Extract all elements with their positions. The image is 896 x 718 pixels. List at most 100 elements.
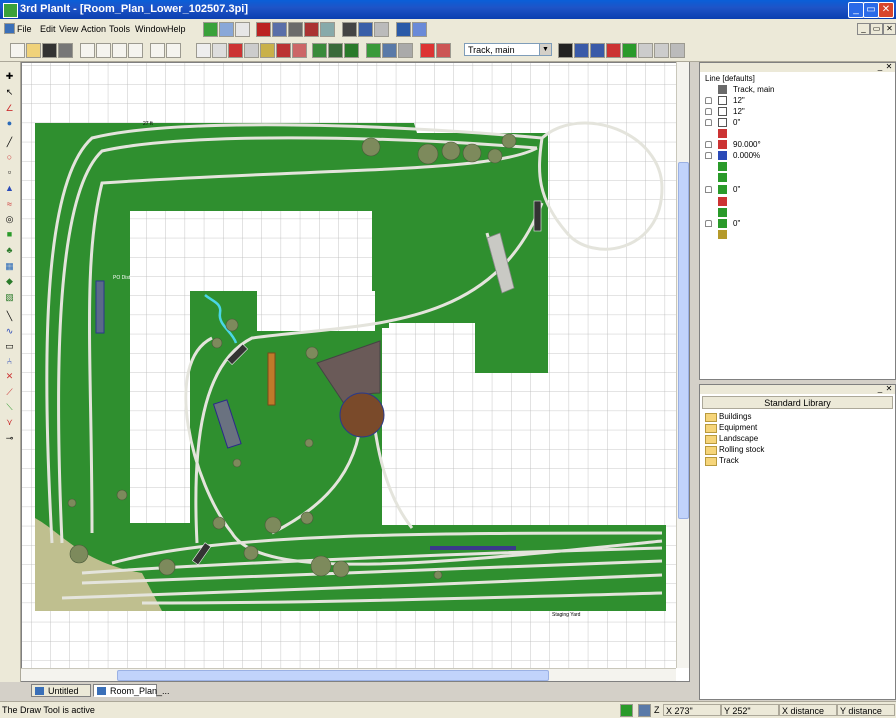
property-row[interactable]: 0" — [700, 218, 890, 229]
grid-x-icon[interactable] — [358, 22, 373, 37]
grid-fine-icon[interactable] — [196, 43, 211, 58]
library-folder-rolling-stock[interactable]: Rolling stock — [703, 444, 883, 455]
lock-icon[interactable] — [705, 141, 712, 148]
cut-icon[interactable] — [80, 43, 95, 58]
tool-icon[interactable] — [304, 22, 319, 37]
layer-status-icon[interactable] — [620, 704, 633, 717]
mdi-close-button[interactable]: ✕ — [883, 23, 896, 35]
lock-icon[interactable] — [705, 108, 712, 115]
tree-tool-icon[interactable]: ♣ — [4, 246, 15, 255]
property-row[interactable]: 90.000° — [700, 139, 890, 150]
property-row[interactable]: 0" — [700, 184, 890, 195]
refresh-icon[interactable] — [235, 22, 250, 37]
select-arrow-icon[interactable]: ↖ — [4, 88, 15, 97]
help-pointer-icon[interactable] — [412, 22, 427, 37]
open-folder-icon[interactable] — [26, 43, 41, 58]
track-layer-select[interactable]: Track, main ▼ — [464, 43, 552, 56]
property-row[interactable] — [700, 207, 890, 218]
cube-icon[interactable] — [203, 22, 218, 37]
panel-pin-icon[interactable]: _ — [876, 385, 884, 393]
tab-untitled[interactable]: Untitled — [31, 684, 91, 697]
library-folder-track[interactable]: Track — [703, 455, 883, 466]
delete-icon[interactable] — [128, 43, 143, 58]
menu-action[interactable]: Action — [81, 24, 106, 34]
connect-tool-icon[interactable]: ⊸ — [4, 434, 15, 443]
image-icon[interactable] — [398, 43, 413, 58]
panel-pin-icon[interactable]: _ — [876, 63, 884, 71]
library-folder-buildings[interactable]: Buildings — [703, 411, 883, 422]
align-center-icon[interactable] — [590, 43, 605, 58]
menu-file[interactable]: File — [17, 24, 32, 34]
grid-y-icon[interactable] — [374, 22, 389, 37]
paste-icon[interactable] — [112, 43, 127, 58]
texture-tool-icon[interactable]: ▦ — [4, 262, 15, 271]
curve-track-icon[interactable]: ∿ — [4, 327, 15, 336]
pencil-icon[interactable] — [342, 22, 357, 37]
turnout-right-icon[interactable]: ⟍ — [4, 403, 15, 412]
layout-drawing[interactable]: 27 ft PO Dist Staging Yard — [22, 63, 677, 669]
property-row[interactable]: 12" — [700, 95, 890, 106]
snap-status-icon[interactable] — [638, 704, 651, 717]
copy-icon[interactable] — [96, 43, 111, 58]
menu-tools[interactable]: Tools — [109, 24, 130, 34]
lock-icon[interactable] — [705, 97, 712, 104]
switch-tool-icon[interactable]: ⑃ — [4, 357, 15, 366]
minimize-button[interactable]: _ — [848, 2, 864, 18]
document-icon[interactable] — [4, 23, 15, 34]
print-icon[interactable] — [58, 43, 73, 58]
table-icon[interactable] — [382, 43, 397, 58]
grid-snap-icon[interactable] — [228, 43, 243, 58]
line-icon[interactable] — [244, 43, 259, 58]
property-row[interactable] — [700, 128, 890, 139]
copy-3d-icon[interactable] — [219, 22, 234, 37]
track-tool-icon[interactable]: ╲ — [4, 312, 15, 321]
title-bar[interactable]: 3rd PlanIt - [Room_Plan_Lower_102507.3pi… — [0, 0, 896, 19]
turnout-left-icon[interactable]: ⟋ — [4, 388, 15, 397]
property-row[interactable] — [700, 196, 890, 207]
car-icon[interactable] — [272, 22, 287, 37]
horizontal-scroll-thumb[interactable] — [117, 670, 549, 681]
property-row[interactable] — [700, 172, 890, 183]
ramp-icon[interactable] — [622, 43, 637, 58]
train-icon[interactable] — [288, 22, 303, 37]
property-row[interactable] — [700, 229, 890, 240]
area-tool-icon[interactable]: ■ — [4, 230, 15, 239]
undo-icon[interactable] — [150, 43, 165, 58]
lock-icon[interactable] — [705, 152, 712, 159]
spiral-tool-icon[interactable]: ◎ — [4, 215, 15, 224]
triangle-tool-icon[interactable]: ▲ — [4, 184, 15, 193]
redo-icon[interactable] — [166, 43, 181, 58]
drawing-canvas[interactable]: 27 ft PO Dist Staging Yard — [21, 62, 690, 682]
align-right-icon[interactable] — [606, 43, 621, 58]
surface-tool-icon[interactable]: ▧ — [4, 293, 15, 302]
property-row[interactable]: 0.000% — [700, 150, 890, 161]
vertical-scroll-thumb[interactable] — [678, 162, 689, 519]
maximize-button[interactable]: ▭ — [863, 2, 879, 18]
layer-stack-icon[interactable] — [328, 43, 343, 58]
property-row[interactable]: 12" — [700, 106, 890, 117]
grid-coarse-icon[interactable] — [212, 43, 227, 58]
crosshair-icon[interactable]: ✚ — [4, 72, 15, 81]
mdi-restore-button[interactable]: ▭ — [870, 23, 883, 35]
circle-tool-icon[interactable]: ○ — [4, 153, 15, 162]
line-weight-icon[interactable] — [558, 43, 573, 58]
spline-tool-icon[interactable]: ≈ — [4, 200, 15, 209]
text-icon[interactable] — [638, 43, 653, 58]
panel-close-icon[interactable]: ✕ — [885, 385, 893, 393]
save-icon[interactable] — [42, 43, 57, 58]
lock-icon[interactable] — [705, 220, 712, 227]
library-folder-equipment[interactable]: Equipment — [703, 422, 883, 433]
library-title-button[interactable]: Standard Library — [702, 396, 893, 409]
fraction-icon[interactable] — [654, 43, 669, 58]
bridge-icon[interactable] — [256, 22, 271, 37]
terrain-tool-icon[interactable]: ◆ — [4, 277, 15, 286]
lock-icon[interactable] — [705, 119, 712, 126]
tab-room-plan[interactable]: Room_Plan_... — [93, 684, 170, 697]
group-icon[interactable] — [366, 43, 381, 58]
vertical-scrollbar[interactable] — [676, 62, 689, 668]
menu-edit[interactable]: Edit — [40, 24, 56, 34]
property-row[interactable]: 0" — [700, 117, 890, 128]
layer-down-icon[interactable] — [312, 43, 327, 58]
menu-view[interactable]: View — [59, 24, 78, 34]
zoom-icon[interactable]: ● — [4, 119, 15, 128]
